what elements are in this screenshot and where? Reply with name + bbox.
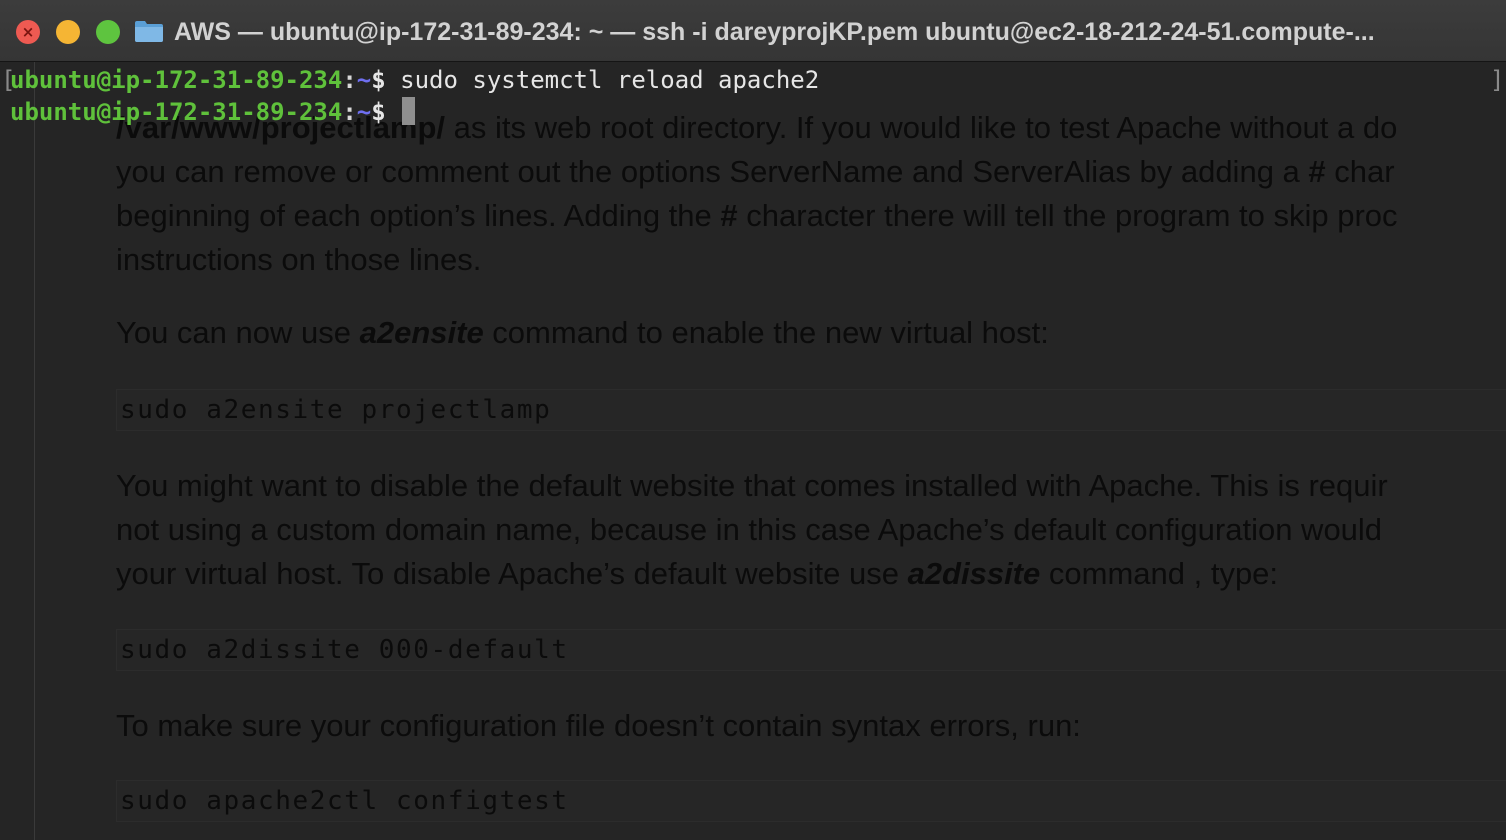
paragraph-configtest: To make sure your configuration file doe… <box>116 704 1506 748</box>
paragraph-text: char <box>1325 154 1395 189</box>
paragraph-line: you can remove or comment out the option… <box>116 150 1506 194</box>
paragraph-line: You might want to disable the default we… <box>116 468 1388 503</box>
paragraph-line: You can now use a2ensite command to enab… <box>116 311 1506 355</box>
prompt-user-host: ubuntu@ip-172-31-89-234 <box>10 66 343 94</box>
terminal-command: sudo systemctl reload apache2 <box>385 66 820 94</box>
command-name: a2dissite <box>907 556 1041 591</box>
paragraph-line: To make sure your configuration file doe… <box>116 708 1081 743</box>
paragraph-text: you can remove or comment out the option… <box>116 154 1309 189</box>
prompt-dollar: $ <box>371 98 386 126</box>
code-block-a2ensite: sudo a2ensite projectlamp <box>116 389 1506 431</box>
terminal-line[interactable]: ubuntu@ip-172-31-89-234:~$ <box>10 96 416 128</box>
paragraph-text: You can now use <box>116 315 360 350</box>
close-icon: × <box>21 23 35 41</box>
prompt-user-host: ubuntu@ip-172-31-89-234 <box>10 98 343 126</box>
prompt-dollar: $ <box>371 66 386 94</box>
paragraph-line: your virtual host. To disable Apache’s d… <box>116 552 1506 596</box>
prompt-colon: : <box>342 66 357 94</box>
paragraph-line: not using a custom domain name, because … <box>116 512 1383 547</box>
paragraph-a2ensite: You can now use a2ensite command to enab… <box>116 311 1506 355</box>
mark-bracket-right: ] <box>1490 66 1505 94</box>
prompt-colon: : <box>342 98 357 126</box>
code-block-configtest: sudo apache2ctl configtest <box>116 780 1506 822</box>
window-title: AWS — ubuntu@ip-172-31-89-234: ~ — ssh -… <box>174 18 1375 46</box>
command-name: a2ensite <box>359 315 484 350</box>
prompt-path: ~ <box>356 66 372 94</box>
folder-icon <box>135 21 163 42</box>
document-border <box>34 62 35 840</box>
minimize-button[interactable] <box>56 20 80 44</box>
paragraph-text: your virtual host. To disable Apache’s d… <box>116 556 908 591</box>
paragraph-disable-default: You might want to disable the default we… <box>116 464 1506 596</box>
close-button[interactable]: × <box>16 20 40 44</box>
terminal-input[interactable] <box>386 98 400 126</box>
zoom-button[interactable] <box>96 20 120 44</box>
paragraph-text: command to enable the new virtual host: <box>483 315 1049 350</box>
paragraph-text: character there will tell the program to… <box>737 198 1398 233</box>
text-cursor <box>402 97 416 125</box>
paragraph-text: beginning of each option’s lines. Adding… <box>116 198 721 233</box>
terminal-line: ubuntu@ip-172-31-89-234:~$ sudo systemct… <box>10 64 819 96</box>
background-document: /var/www/projectlamp/ as its web root di… <box>0 62 1506 840</box>
terminal-window: × AWS — ubuntu@ip-172-31-89-234: ~ — ssh… <box>0 0 1506 840</box>
title-bar[interactable]: × AWS — ubuntu@ip-172-31-89-234: ~ — ssh… <box>0 0 1506 62</box>
paragraph-text: command , type: <box>1040 556 1279 591</box>
paragraph-line: beginning of each option’s lines. Adding… <box>116 194 1506 238</box>
hash-char: # <box>1308 154 1326 189</box>
paragraph-line: instructions on those lines. <box>116 242 482 277</box>
hash-char: # <box>720 198 738 233</box>
terminal-output[interactable]: [ ] ubuntu@ip-172-31-89-234:~$ sudo syst… <box>0 62 1506 132</box>
paragraph-vhost-note: /var/www/projectlamp/ as its web root di… <box>116 106 1506 282</box>
code-block-a2dissite: sudo a2dissite 000-default <box>116 629 1506 671</box>
prompt-path: ~ <box>356 98 372 126</box>
